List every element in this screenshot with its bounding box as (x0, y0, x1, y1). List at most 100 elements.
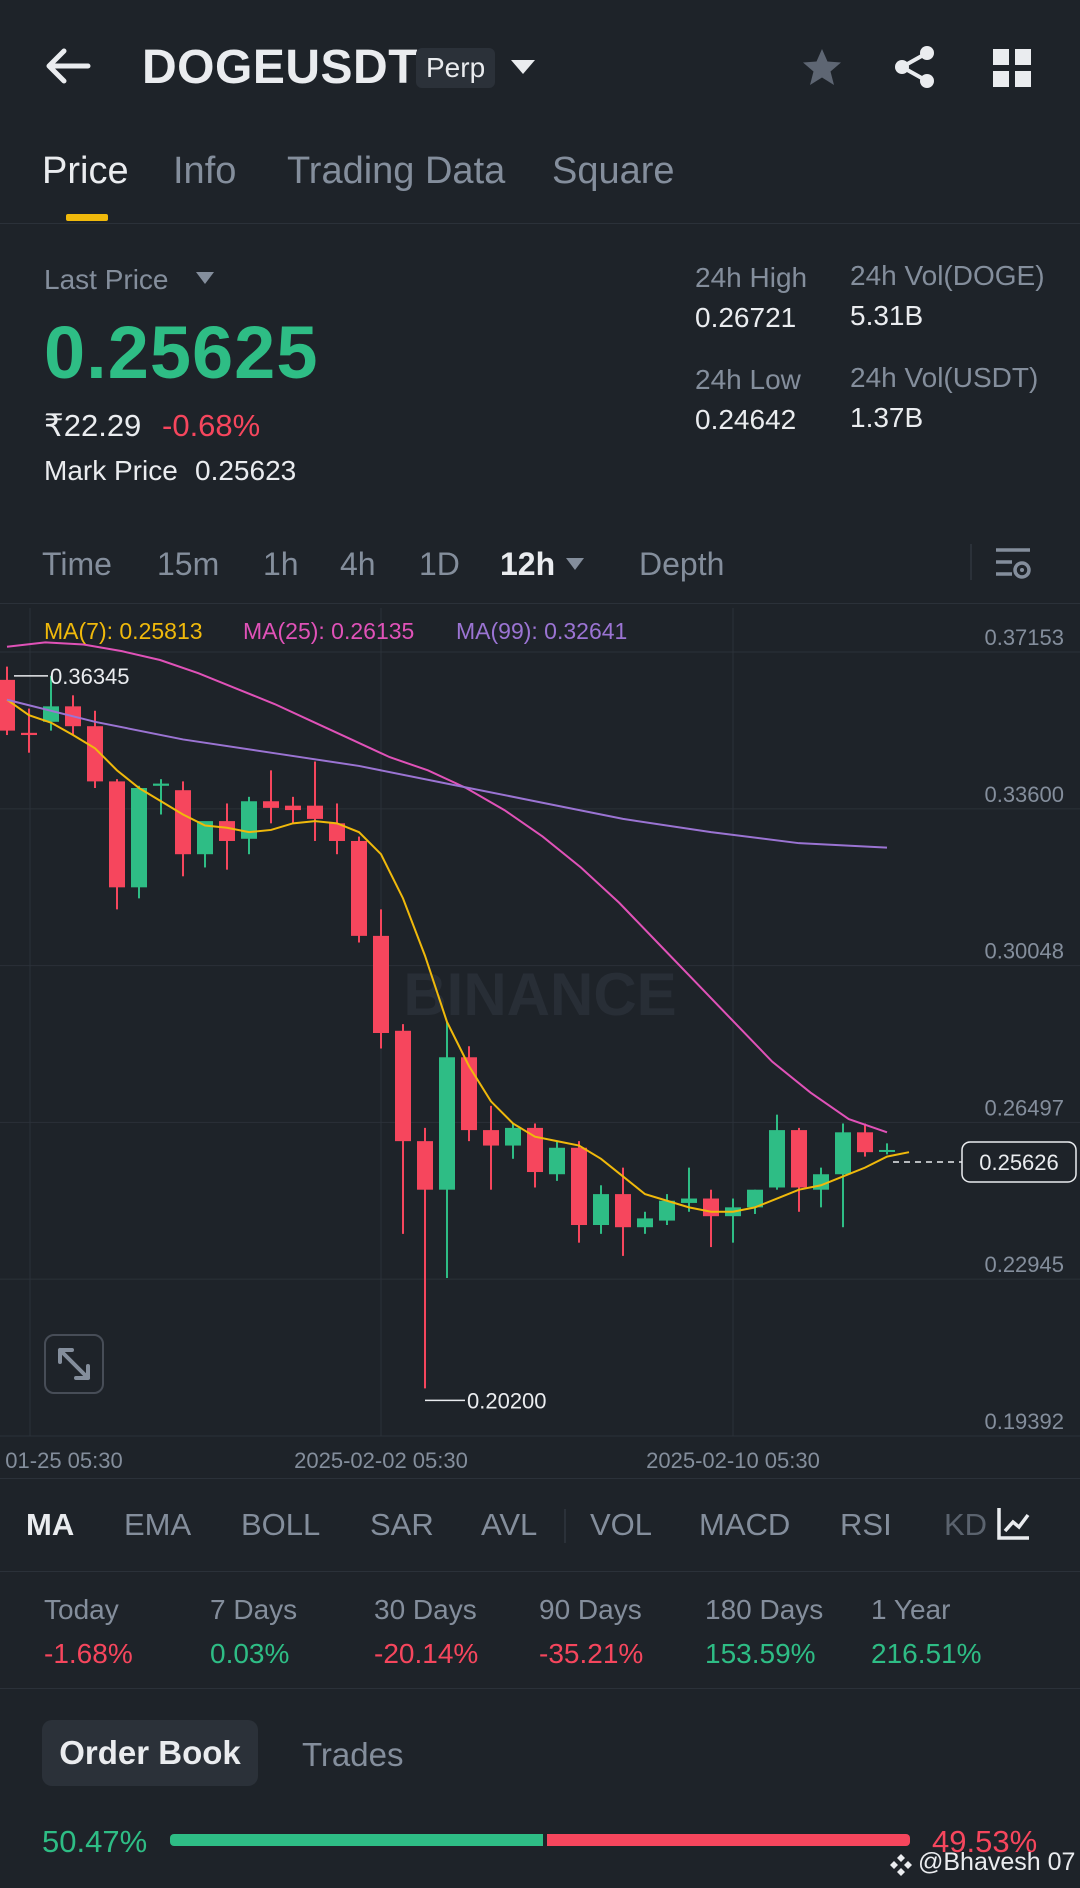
candle-body (461, 1057, 477, 1131)
candle-body (505, 1127, 521, 1146)
chart-annotations: 0.36345 0.20200 0.25626 (14, 664, 1077, 1413)
interval-depth[interactable]: Depth (639, 546, 724, 583)
last-price-label[interactable]: Last Price (44, 264, 169, 296)
indicator-vol[interactable]: VOL (590, 1507, 652, 1543)
perf-period-1y: 1 Year (871, 1594, 951, 1625)
high-24h-label: 24h High (695, 262, 808, 293)
price-chart[interactable]: BINANCE 0.37153 0.33600 0.30048 0.26497 0.22… (0, 606, 1080, 1468)
share-icon[interactable] (892, 44, 938, 90)
candle-body (637, 1218, 653, 1228)
indicator-rsi[interactable]: RSI (840, 1507, 892, 1543)
indicator-divider (564, 1509, 566, 1543)
interval-4h[interactable]: 4h (340, 546, 376, 583)
candle-body (175, 790, 191, 855)
section-divider (0, 1688, 1080, 1689)
candle-body (571, 1147, 587, 1226)
y-tick-label: 0.26497 (984, 1095, 1064, 1120)
symbol-title[interactable]: DOGEUSDT (142, 40, 418, 95)
interval-divider (970, 544, 972, 580)
indicator-avl[interactable]: AVL (481, 1507, 537, 1543)
candle-body (835, 1132, 851, 1175)
candle-body (593, 1194, 609, 1226)
interval-time[interactable]: Time (42, 546, 112, 583)
candle-body (153, 783, 169, 786)
candle-body (681, 1198, 697, 1203)
y-tick-label: 0.33600 (984, 782, 1064, 807)
candle-body (395, 1030, 411, 1142)
perf-period-7d: 7 Days (210, 1594, 298, 1625)
tab-trades[interactable]: Trades (302, 1736, 403, 1774)
indicator-macd[interactable]: MACD (699, 1507, 790, 1543)
binance-logo-icon (890, 1854, 912, 1876)
vol-doge-value: 5.31B (850, 300, 924, 331)
candle-body (615, 1194, 631, 1228)
candle-body (219, 821, 235, 841)
user-watermark: @Bhavesh 07 (918, 1848, 1076, 1876)
perf-value-30d: -20.14% (374, 1638, 479, 1669)
interval-12h[interactable]: 12h (500, 546, 555, 583)
ma25-legend: MA(25): 0.26135 (243, 618, 415, 644)
interval-1d[interactable]: 1D (419, 546, 460, 583)
candle-body (791, 1130, 807, 1188)
candle-body (857, 1132, 873, 1153)
perf-value-1y: 216.51% (871, 1638, 982, 1669)
candle-body (307, 805, 323, 819)
candles (0, 666, 895, 1389)
high-marker-label: 0.36345 (50, 664, 130, 689)
ma99-legend: MA(99): 0.32641 (456, 618, 628, 644)
tab-price[interactable]: Price (42, 150, 129, 193)
star-icon[interactable] (800, 46, 844, 90)
x-tick-label: 2025-02-10 05:30 (646, 1448, 820, 1468)
interval-1h[interactable]: 1h (263, 546, 299, 583)
indicator-chart-icon[interactable] (996, 1505, 1032, 1541)
header-bar: DOGEUSDT Perp (0, 0, 1080, 136)
interval-selector: Time 15m 1h 4h 1D 12h Depth (0, 530, 1080, 604)
candle-body (659, 1200, 675, 1221)
last-price-value: 0.25625 (44, 311, 319, 394)
moving-averages (6, 641, 910, 1213)
chart-settings-icon[interactable] (994, 544, 1032, 582)
interval-15m[interactable]: 15m (157, 546, 219, 583)
x-tick-label: 01-25 05:30 (5, 1448, 122, 1468)
y-tick-label: 0.30048 (984, 939, 1064, 964)
last-price-caret-icon[interactable] (196, 272, 214, 284)
vol-usdt-label: 24h Vol(USDT) (850, 362, 1039, 393)
tab-info[interactable]: Info (173, 150, 236, 193)
indicator-ema[interactable]: EMA (124, 1507, 191, 1543)
x-tick-label: 2025-02-02 05:30 (294, 1448, 468, 1468)
bid-ratio-bar (170, 1834, 543, 1846)
dropdown-caret-icon[interactable] (510, 58, 536, 76)
back-arrow-icon[interactable] (44, 46, 92, 86)
perf-period-30d: 30 Days (374, 1594, 477, 1625)
low-24h-label: 24h Low (695, 364, 801, 395)
indicator-kd[interactable]: KD (944, 1507, 987, 1543)
tab-trading-data[interactable]: Trading Data (287, 150, 505, 193)
candle-body (417, 1141, 433, 1190)
candle-body (263, 801, 279, 808)
candle-body (879, 1149, 895, 1152)
candle-body (0, 679, 15, 731)
tab-order-book[interactable]: Order Book (42, 1720, 258, 1786)
indicator-sar[interactable]: SAR (370, 1507, 434, 1543)
active-tab-indicator (66, 214, 108, 221)
high-24h-value: 0.26721 (695, 302, 797, 333)
candle-body (21, 732, 37, 736)
interval-caret-icon[interactable] (566, 558, 584, 570)
perf-period-90d: 90 Days (539, 1594, 642, 1625)
indicator-boll[interactable]: BOLL (241, 1507, 320, 1543)
grid-icon[interactable] (990, 46, 1034, 90)
tab-square[interactable]: Square (552, 150, 675, 193)
mark-price-label: Mark Price (44, 455, 178, 486)
candle-body (285, 805, 301, 811)
x-axis-ticks: 01-25 05:30 2025-02-02 05:30 2025-02-10 05… (5, 1448, 820, 1468)
indicator-ma[interactable]: MA (26, 1507, 74, 1543)
perf-value-7d: 0.03% (210, 1638, 290, 1669)
low-marker-label: 0.20200 (467, 1388, 547, 1413)
y-tick-label: 0.22945 (984, 1252, 1064, 1277)
expand-chart-icon[interactable] (44, 1334, 104, 1394)
vol-doge-label: 24h Vol(DOGE) (850, 260, 1045, 291)
candlestick-chart-svg[interactable]: BINANCE 0.37153 0.33600 0.30048 0.26497 0.22… (0, 606, 1080, 1468)
vol-usdt-value: 1.37B (850, 402, 924, 433)
y-axis-ticks: 0.37153 0.33600 0.30048 0.26497 0.22945 0.193… (984, 625, 1064, 1434)
candle-body (439, 1057, 455, 1190)
